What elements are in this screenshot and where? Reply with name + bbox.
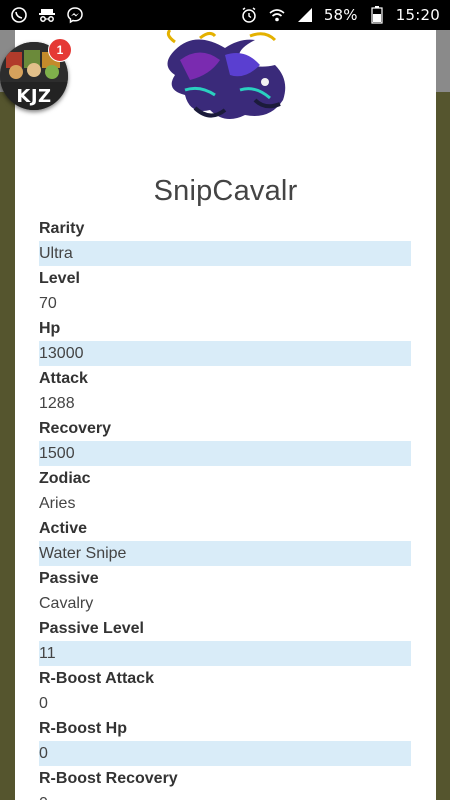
wifi-icon [268, 6, 286, 24]
whatsapp-icon[interactable] [10, 6, 28, 24]
stat-value-recovery: 1500 [39, 441, 411, 466]
stat-label-rboost-hp: R-Boost Hp [39, 720, 127, 737]
stat-value-passive-level: 11 [39, 641, 411, 666]
notification-badge: 1 [48, 38, 72, 62]
stat-label-active: Active [39, 520, 88, 537]
clock-time: 15:20 [395, 6, 440, 24]
incognito-icon[interactable] [38, 6, 56, 24]
stat-label-hp: Hp [39, 320, 61, 337]
stat-value-rboost-hp: 0 [39, 741, 411, 766]
status-bar: 58% 15:20 [0, 0, 450, 30]
stat-label-recovery: Recovery [39, 420, 112, 437]
chat-head[interactable]: KJZ 1 [0, 38, 72, 118]
stat-label-rboost-attack: R-Boost Attack [39, 670, 154, 687]
stat-value-rarity: Ultra [39, 241, 411, 266]
stat-value-zodiac: Aries [39, 495, 76, 512]
stat-label-level: Level [39, 270, 80, 287]
monster-detail-card: SnipCavalr Rarity Ultra Level 70 Hp 1300… [15, 30, 436, 800]
stat-label-rboost-recovery: R-Boost Recovery [39, 770, 178, 787]
stat-label-zodiac: Zodiac [39, 470, 91, 487]
alarm-icon [240, 6, 258, 24]
battery-percent: 58% [323, 6, 358, 24]
left-background-strip [0, 92, 15, 800]
stat-label-passive-level: Passive Level [39, 620, 144, 637]
signal-icon [296, 6, 314, 24]
stat-value-passive: Cavalry [39, 595, 94, 612]
battery-icon [368, 6, 386, 24]
stats-list: Rarity Ultra Level 70 Hp 13000 Attack 12… [39, 216, 411, 800]
page-title: SnipCavalr [153, 175, 298, 207]
stat-label-rarity: Rarity [39, 220, 85, 237]
stat-value-level: 70 [39, 295, 57, 312]
stat-value-active: Water Snipe [39, 541, 411, 566]
stat-value-hp: 13000 [39, 341, 411, 366]
chat-head-initials: KJZ [16, 86, 52, 107]
stat-label-passive: Passive [39, 570, 99, 587]
messenger-icon[interactable] [66, 6, 84, 24]
right-background-strip [435, 92, 450, 800]
stat-value-attack: 1288 [39, 395, 75, 412]
stat-value-rboost-recovery: 0 [39, 791, 411, 800]
stat-value-rboost-attack: 0 [39, 695, 48, 712]
monster-image [155, 30, 305, 128]
stat-label-attack: Attack [39, 370, 88, 387]
